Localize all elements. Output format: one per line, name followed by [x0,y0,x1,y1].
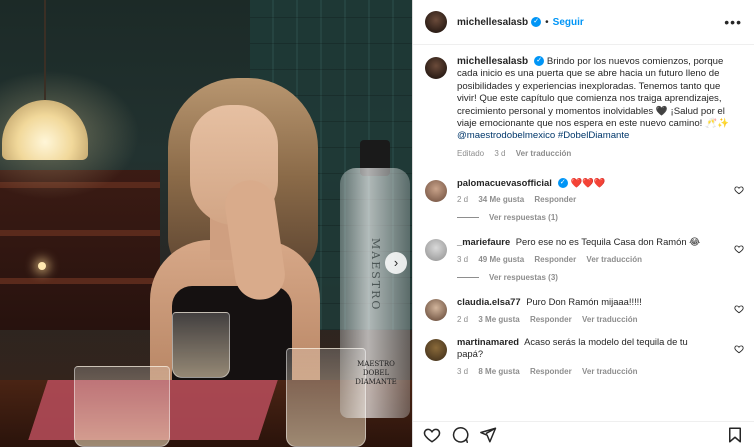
caption-username[interactable]: michellesalasb [457,56,528,67]
author-username[interactable]: michellesalasb [457,17,528,28]
follow-button[interactable]: Seguir [553,17,584,28]
glass-left [74,366,170,447]
replies-line [457,217,479,219]
translate-link[interactable]: Ver traducción [582,315,638,324]
shelf-bar [0,278,160,284]
post-actions [413,421,754,447]
comments-scroll[interactable]: michellesalasb ✓ Brindo por los nuevos co… [413,46,754,421]
view-replies-button[interactable]: Ver respuestas (1) [457,213,754,222]
comment-username[interactable]: _mariefaure [457,236,510,247]
chevron-right-icon[interactable]: › [385,252,407,274]
post-photo[interactable]: MAESTRO MAESTRO DOBEL DIAMANTE › [0,0,412,447]
comment-username[interactable]: martinamared [457,336,519,347]
comment-likes[interactable]: 49 Me gusta [478,255,524,264]
comment-text: _mariefaure Pero ese no es Tequila Casa … [457,236,727,249]
separator-dot: • [545,16,549,28]
view-replies-label: Ver respuestas (1) [489,213,558,223]
post-sidebar: michellesalasb ✓ • Seguir ••• michellesa… [413,0,754,447]
comment-meta: 3 d 49 Me gusta Responder Ver traducción [457,255,727,264]
commenter-avatar[interactable] [425,299,447,322]
comment-meta: 2 d 34 Me gusta Responder [457,195,727,204]
comment-body: Puro Don Ramón mijaaa!!!!! [526,296,642,308]
verified-icon: ✓ [531,17,542,27]
caption-time: 3 d [494,148,506,158]
comment-item: martinamared Acaso serás la modelo del t… [413,336,754,376]
heart-icon[interactable] [423,426,441,444]
caption-avatar[interactable] [425,57,447,79]
edited-label: Editado [457,148,485,158]
bottle-label-text: MAESTRO DOBEL DIAMANTE [355,360,397,386]
translate-link[interactable]: Ver traducción [586,255,642,264]
commenter-avatar[interactable] [425,179,447,202]
comment-text: martinamared Acaso serás la modelo del t… [457,336,707,361]
bookmark-icon[interactable] [726,426,744,444]
commenter-avatar[interactable] [425,338,447,361]
comment-username[interactable]: palomacuevasofficial [457,177,552,188]
comment-icon[interactable] [451,426,469,444]
more-options-icon[interactable]: ••• [724,14,742,30]
verified-icon: ✓ [534,56,545,67]
comment-username[interactable]: claudia.elsa77 [457,296,521,307]
post-caption: michellesalasb ✓ Brindo por los nuevos co… [413,46,754,158]
reply-button[interactable]: Responder [534,195,576,204]
caption-text: michellesalasb ✓ Brindo por los nuevos co… [457,56,742,143]
comment-item: _mariefaure Pero ese no es Tequila Casa … [413,236,754,264]
caption-meta: Editado 3 d Ver traducción [457,149,742,158]
reply-button[interactable]: Responder [530,367,572,376]
bottle-brand-text: MAESTRO [369,238,382,312]
reply-button[interactable]: Responder [534,255,576,264]
heart-icon[interactable] [734,185,744,195]
caption-hashtags[interactable]: @maestrodobelmexico #DobelDiamante [457,130,629,141]
replies-line [457,277,479,279]
comment-item: palomacuevasofficial ✓ ❤️❤️❤️ 2 d 34 Me g… [413,177,754,204]
comment-body: Pero ese no es Tequila Casa don Ramón 😂 [515,236,701,248]
reply-button[interactable]: Responder [530,315,572,324]
translate-link[interactable]: Ver traducción [516,149,572,158]
comment-body: ❤️❤️❤️ [570,176,606,188]
shelf-bar [0,230,160,236]
comment-likes[interactable]: 3 Me gusta [478,315,519,324]
comment-time: 2 d [457,314,469,324]
shot-glass [172,312,230,378]
send-icon[interactable] [479,426,497,444]
translate-link[interactable]: Ver traducción [582,367,638,376]
comment-item: claudia.elsa77 Puro Don Ramón mijaaa!!!!… [413,296,754,324]
comment-time: 2 d [457,195,469,205]
comment-time: 3 d [457,366,469,376]
view-replies-button[interactable]: Ver respuestas (3) [457,273,754,282]
comment-text: palomacuevasofficial ✓ ❤️❤️❤️ [457,177,727,190]
comment-meta: 3 d 8 Me gusta Responder Ver traducción [457,367,707,376]
comment-time: 3 d [457,255,469,265]
commenter-avatar[interactable] [425,239,447,262]
lamp-cord [44,0,46,102]
view-replies-label: Ver respuestas (3) [489,273,558,283]
small-light [38,262,46,270]
author-avatar[interactable] [425,11,447,33]
comment-likes[interactable]: 8 Me gusta [478,367,519,376]
heart-icon[interactable] [734,304,744,314]
comment-meta: 2 d 3 Me gusta Responder Ver traducción [457,315,727,324]
heart-icon[interactable] [734,244,744,254]
heart-icon[interactable] [734,344,744,354]
post-header: michellesalasb ✓ • Seguir ••• [413,0,754,45]
verified-icon: ✓ [557,178,568,189]
comment-text: claudia.elsa77 Puro Don Ramón mijaaa!!!!… [457,296,727,309]
comment-likes[interactable]: 34 Me gusta [478,195,524,204]
